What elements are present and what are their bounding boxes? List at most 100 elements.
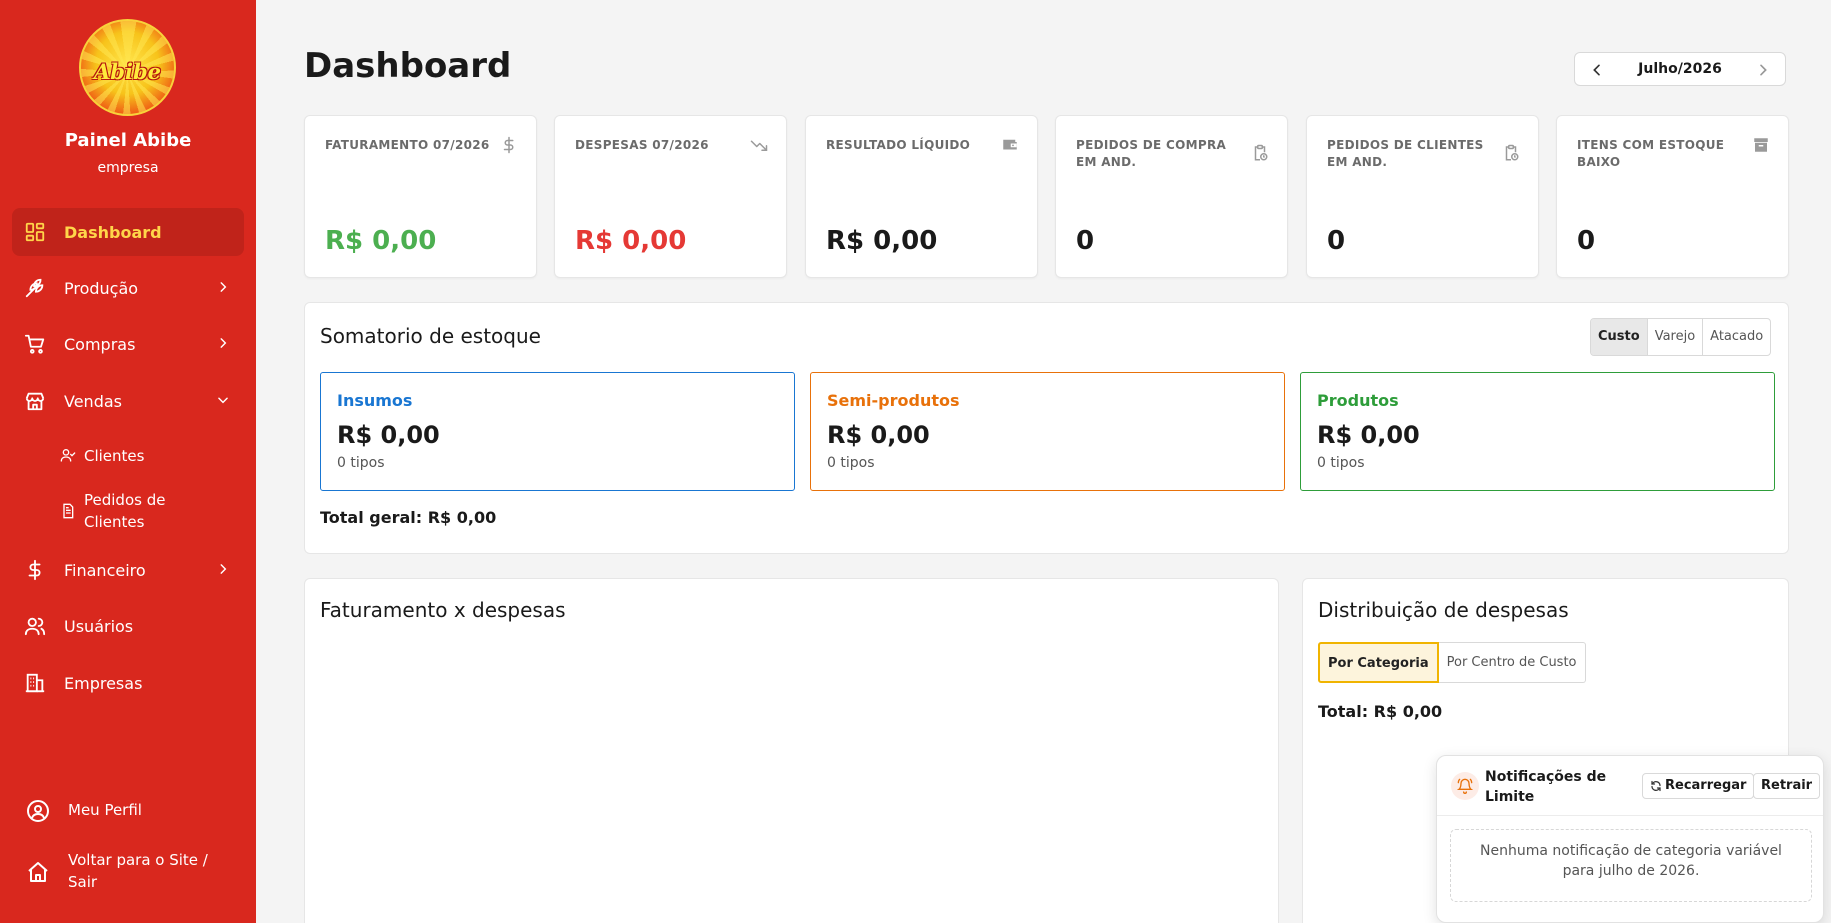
stat-title: RESULTADO LÍQUIDO xyxy=(826,138,971,152)
notifications-empty-message: Nenhuma notificação de categoria variáve… xyxy=(1450,829,1812,902)
store-icon xyxy=(25,392,45,411)
stock-box-semi-produtos: Semi-produtos R$ 0,00 0 tipos xyxy=(810,372,1285,491)
sidebar-item-label: Vendas xyxy=(64,391,122,411)
revenue-expenses-title: Faturamento x despesas xyxy=(320,598,566,622)
stat-card-pedidos-clientes: PEDIDOS DE CLIENTES EM AND. 0 xyxy=(1306,115,1539,278)
brand-logo[interactable]: Abibe xyxy=(79,19,176,116)
stat-value: 0 xyxy=(1076,226,1095,256)
sidebar-item-label: Dashboard xyxy=(64,222,162,242)
stat-card-faturamento: FATURAMENTO 07/2026 R$ 0,00 xyxy=(304,115,537,278)
dollar-icon xyxy=(503,136,514,154)
expense-distribution-title: Distribuição de despesas xyxy=(1318,598,1569,622)
refresh-icon xyxy=(1651,780,1661,792)
stock-box-name: Insumos xyxy=(337,391,413,410)
sidebar-subitem-label: Clientes xyxy=(84,447,145,465)
user-circle-icon xyxy=(27,800,49,822)
sidebar-item-producao[interactable]: Produção xyxy=(12,264,244,312)
stat-title: DESPESAS 07/2026 xyxy=(575,138,709,152)
stat-value: R$ 0,00 xyxy=(575,226,687,256)
notifications-title: Notificações de Limite xyxy=(1485,769,1607,805)
mode-option-atacado[interactable]: Atacado xyxy=(1702,319,1770,355)
sidebar-item-label: Compras xyxy=(64,334,136,354)
chevron-down-icon xyxy=(218,397,228,404)
home-icon xyxy=(28,862,48,882)
collapse-button[interactable]: Retrair xyxy=(1753,773,1821,799)
notifications-divider xyxy=(1437,815,1823,816)
stock-box-sub: 0 tipos xyxy=(827,455,875,471)
chevron-right-icon[interactable] xyxy=(1755,62,1771,78)
sidebar-item-label: Financeiro xyxy=(64,560,146,580)
sidebar-item-vendas[interactable]: Vendas xyxy=(12,377,244,425)
sidebar-footer-label: Meu Perfil xyxy=(68,801,142,819)
sidebar-item-financeiro[interactable]: Financeiro xyxy=(12,546,244,594)
limit-notifications-panel: Notificações de Limite Recarregar Retrai… xyxy=(1436,755,1824,923)
wallet-icon xyxy=(1003,139,1017,150)
stock-mode-toggle: Custo Varejo Atacado xyxy=(1590,318,1772,356)
page-title: Dashboard xyxy=(304,46,512,86)
stock-box-value: R$ 0,00 xyxy=(827,421,930,449)
sidebar-item-compras[interactable]: Compras xyxy=(12,320,244,368)
stock-box-produtos: Produtos R$ 0,00 0 tipos xyxy=(1300,372,1775,491)
sidebar: Abibe Painel Abibe empresa Dashboard Pro… xyxy=(0,0,256,923)
clipboard-clock-icon xyxy=(1254,144,1268,161)
stat-card-despesas: DESPESAS 07/2026 R$ 0,00 xyxy=(554,115,787,278)
sidebar-footer-label: Voltar para o Site / Sair xyxy=(68,851,208,891)
mode-option-custo[interactable]: Custo xyxy=(1591,319,1647,355)
tab-por-categoria[interactable]: Por Categoria xyxy=(1318,642,1439,683)
archive-icon xyxy=(1754,138,1768,152)
sidebar-item-usuarios[interactable]: Usuários xyxy=(12,602,244,650)
brand-subtitle: empresa xyxy=(97,160,159,176)
stat-value: R$ 0,00 xyxy=(826,226,938,256)
sidebar-subitem-label: Pedidos de Clientes xyxy=(84,491,166,531)
expense-distribution-total: Total: R$ 0,00 xyxy=(1318,702,1443,721)
stock-box-name: Semi-produtos xyxy=(827,391,960,410)
bell-icon-wrap xyxy=(1451,772,1479,800)
stock-box-value: R$ 0,00 xyxy=(337,421,440,449)
file-icon xyxy=(63,503,74,519)
revenue-expenses-panel xyxy=(304,578,1279,923)
expense-distribution-tabs: Por Categoria Por Centro de Custo xyxy=(1318,642,1586,683)
month-value: Julho/2026 xyxy=(1638,61,1722,77)
stat-title: ITENS COM ESTOQUE BAIXO xyxy=(1577,138,1725,169)
sidebar-item-label: Produção xyxy=(64,278,139,298)
building-icon xyxy=(25,673,45,693)
chevron-right-icon xyxy=(220,282,227,292)
stat-value: 0 xyxy=(1577,226,1596,256)
bell-icon xyxy=(1457,778,1473,794)
sidebar-item-label: Empresas xyxy=(64,673,143,693)
sidebar-item-empresas[interactable]: Empresas xyxy=(12,659,244,707)
stock-box-value: R$ 0,00 xyxy=(1317,421,1420,449)
stat-title: PEDIDOS DE CLIENTES EM AND. xyxy=(1327,138,1484,169)
dollar-icon xyxy=(28,559,41,581)
chevron-right-icon xyxy=(220,338,227,348)
stock-title: Somatorio de estoque xyxy=(320,324,541,348)
user-check-icon xyxy=(60,449,76,462)
stock-box-sub: 0 tipos xyxy=(337,455,385,471)
stat-card-estoque-baixo: ITENS COM ESTOQUE BAIXO 0 xyxy=(1556,115,1789,278)
logo-text: Abibe xyxy=(94,59,161,84)
clipboard-clock-icon xyxy=(1505,144,1519,161)
month-picker: Julho/2026 xyxy=(1574,52,1786,86)
sidebar-item-label: Usuários xyxy=(64,616,134,636)
mode-option-varejo[interactable]: Varejo xyxy=(1646,319,1702,355)
brand-title: Painel Abibe xyxy=(64,130,192,151)
stock-box-name: Produtos xyxy=(1317,391,1399,410)
reload-button[interactable]: Recarregar xyxy=(1642,773,1755,799)
stat-card-resultado: RESULTADO LÍQUIDO R$ 0,00 xyxy=(805,115,1038,278)
stat-title: FATURAMENTO 07/2026 xyxy=(325,138,490,152)
stock-box-insumos: Insumos R$ 0,00 0 tipos xyxy=(320,372,795,491)
stock-box-sub: 0 tipos xyxy=(1317,455,1365,471)
stat-value: R$ 0,00 xyxy=(325,226,437,256)
stat-card-pedidos-compra: PEDIDOS DE COMPRA EM AND. 0 xyxy=(1055,115,1288,278)
stock-total: Total geral: R$ 0,00 xyxy=(320,508,497,527)
sidebar-item-dashboard[interactable]: Dashboard xyxy=(12,208,244,256)
reload-label: Recarregar xyxy=(1665,778,1747,793)
tab-por-centro-de-custo[interactable]: Por Centro de Custo xyxy=(1438,642,1586,683)
wheat-icon xyxy=(25,278,44,298)
dashboard-icon xyxy=(25,222,45,242)
stat-value: 0 xyxy=(1327,226,1346,256)
cart-icon xyxy=(24,334,45,354)
stat-title: PEDIDOS DE COMPRA EM AND. xyxy=(1076,138,1227,169)
chevron-right-icon xyxy=(220,564,227,574)
users-icon xyxy=(24,617,46,636)
